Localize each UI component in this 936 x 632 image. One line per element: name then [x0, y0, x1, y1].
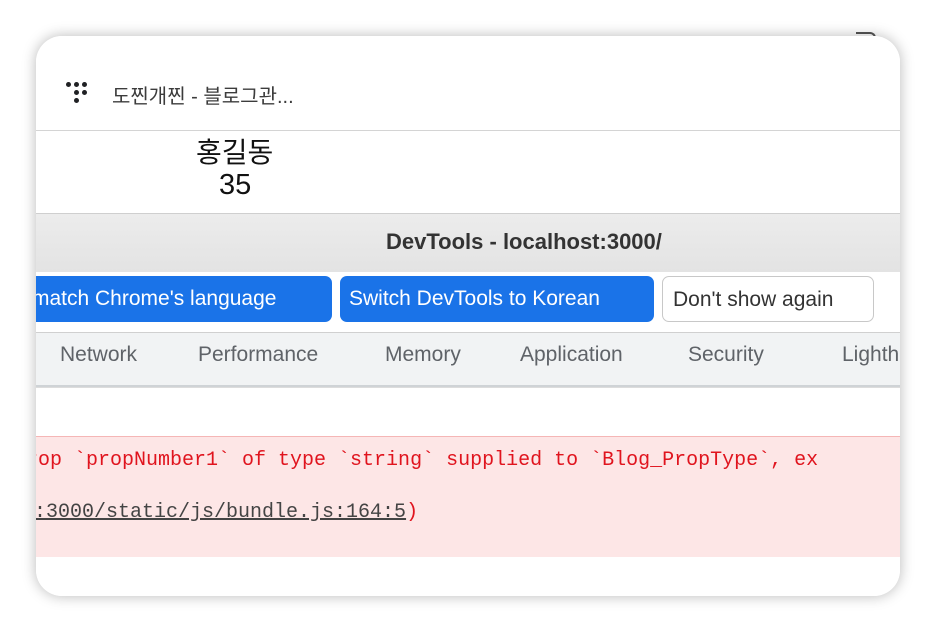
- browser-tab-bar: 도찐개찐 - 블로그관...: [36, 36, 900, 131]
- console-empty-area: [36, 557, 900, 596]
- match-language-button[interactable]: match Chrome's language: [36, 276, 332, 322]
- devtools-panel-tabs: Network Performance Memory Application S…: [36, 333, 900, 387]
- tab-application[interactable]: Application: [520, 343, 623, 367]
- error-location-suffix: ): [406, 501, 419, 524]
- error-text: rop `propNumber1` of type `string` suppl…: [36, 449, 819, 472]
- site-favicon-icon: [66, 80, 92, 106]
- devtools-title-bar: DevTools - localhost:3000/: [36, 213, 900, 273]
- dont-show-again-button[interactable]: Don't show again: [662, 276, 874, 322]
- person-age: 35: [219, 169, 252, 201]
- tab-security[interactable]: Security: [688, 343, 764, 367]
- console-error-message: rop `propNumber1` of type `string` suppl…: [36, 436, 900, 558]
- tab-lighthouse[interactable]: Lighth: [842, 343, 899, 367]
- switch-korean-button[interactable]: Switch DevTools to Korean: [340, 276, 654, 322]
- console-filter-bar[interactable]: [36, 387, 900, 437]
- tab-network[interactable]: Network: [60, 343, 137, 367]
- page-content: 홍길동 35: [36, 131, 900, 213]
- tab-performance[interactable]: Performance: [198, 343, 318, 367]
- person-name: 홍길동: [196, 137, 274, 168]
- browser-tab-title[interactable]: 도찐개찐 - 블로그관...: [112, 80, 294, 109]
- browser-window: 도찐개찐 - 블로그관... 홍길동 35 DevTools - localho…: [36, 36, 900, 596]
- tab-memory[interactable]: Memory: [385, 343, 461, 367]
- error-source-link[interactable]: :3000/static/js/bundle.js:164:5: [36, 501, 406, 524]
- devtools-window-title: DevTools - localhost:3000/: [386, 229, 662, 254]
- language-infobar: match Chrome's language Switch DevTools …: [36, 272, 900, 333]
- error-location: :3000/static/js/bundle.js:164:5): [36, 501, 418, 524]
